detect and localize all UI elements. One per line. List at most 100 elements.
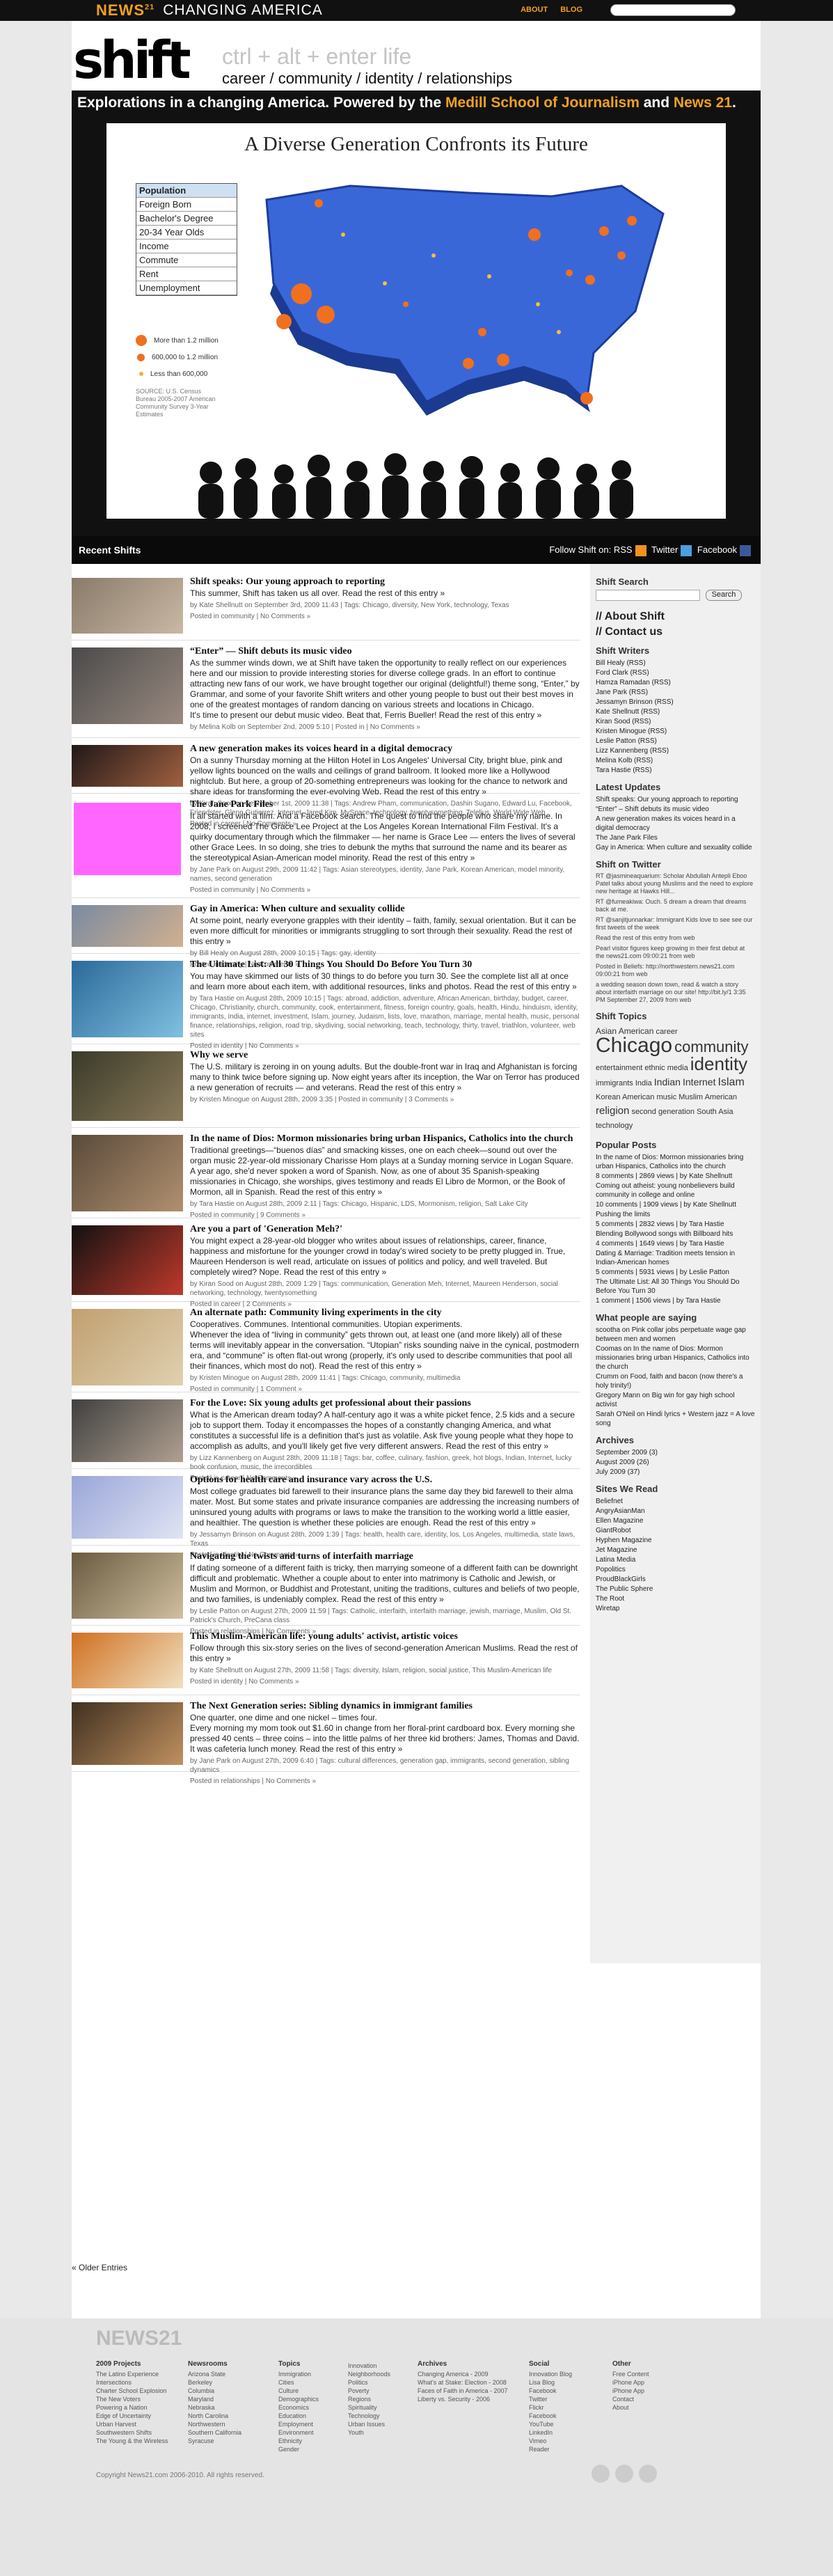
footer-link[interactable]: Politics bbox=[348, 2378, 390, 2387]
post-title[interactable]: An alternate path: Community living expe… bbox=[190, 1307, 580, 1318]
tag[interactable]: media bbox=[667, 1064, 688, 1072]
post-thumbnail[interactable] bbox=[72, 1702, 183, 1765]
tag[interactable]: Indian bbox=[654, 1076, 681, 1087]
facebook-link[interactable]: Facebook bbox=[697, 544, 737, 555]
footer-link[interactable]: Poverty bbox=[348, 2387, 390, 2395]
category-item[interactable]: Rent bbox=[136, 267, 237, 281]
tag[interactable]: American bbox=[622, 1093, 654, 1101]
post-category[interactable]: Posted in identity | No Comments » bbox=[190, 1677, 580, 1686]
footer-link[interactable]: iPhone App bbox=[612, 2378, 649, 2387]
popular-item[interactable]: In the name of Dios: Mormon missionaries… bbox=[596, 1153, 755, 1171]
popular-item[interactable]: 5 comments | 5931 views | by Leslie Patt… bbox=[596, 1268, 755, 1277]
post-thumbnail[interactable] bbox=[72, 1051, 183, 1121]
rss-icon[interactable] bbox=[635, 544, 646, 556]
writer-link[interactable]: Bill Healy (RSS) bbox=[596, 659, 755, 668]
site-link[interactable]: GiantRobot bbox=[596, 1526, 755, 1535]
footer-link[interactable]: Economics bbox=[278, 2403, 319, 2412]
post-thumbnail[interactable] bbox=[72, 1553, 183, 1619]
footer-link[interactable]: Education bbox=[278, 2412, 319, 2420]
footer-link[interactable]: Gender bbox=[278, 2445, 319, 2453]
tag[interactable]: American bbox=[705, 1093, 737, 1101]
post-thumbnail[interactable] bbox=[72, 1399, 183, 1462]
comment-item[interactable]: Coomas on In the name of Dios: Mormon mi… bbox=[596, 1344, 755, 1372]
post-title[interactable]: A new generation makes its voices heard … bbox=[190, 744, 580, 754]
popular-item[interactable]: 10 comments | 1909 views | by Kate Shell… bbox=[596, 1200, 755, 1209]
writer-link[interactable]: Hamza Ramadan (RSS) bbox=[596, 678, 755, 687]
shift-logo[interactable]: shift bbox=[73, 35, 191, 86]
post-thumbnail[interactable] bbox=[72, 905, 183, 947]
rss-link[interactable]: RSS bbox=[614, 544, 633, 555]
nav-blog[interactable]: BLOG bbox=[560, 6, 582, 14]
footer-link[interactable]: North Carolina bbox=[188, 2412, 241, 2420]
footer-link[interactable]: The Latino Experience bbox=[96, 2370, 168, 2378]
medill-link[interactable]: Medill School of Journalism bbox=[445, 95, 640, 111]
footer-link[interactable]: Immigration bbox=[278, 2370, 319, 2378]
popular-item[interactable]: 4 comments | 1649 views | by Tara Hastie bbox=[596, 1239, 755, 1248]
post-title[interactable]: The Next Generation series: Sibling dyna… bbox=[190, 1701, 580, 1711]
footer-link[interactable]: Demographics bbox=[278, 2395, 319, 2403]
sidebar-search-input[interactable] bbox=[596, 590, 700, 601]
tag[interactable]: immigrants bbox=[596, 1079, 633, 1087]
comment-item[interactable]: scootha on Pink collar jobs perpetuate w… bbox=[596, 1326, 755, 1344]
footer-link[interactable]: Berkeley bbox=[188, 2378, 241, 2387]
top-search-input[interactable] bbox=[610, 4, 736, 16]
footer-link[interactable]: Facebook bbox=[529, 2387, 572, 2395]
popular-item[interactable]: Blending Bollywood songs with Billboard … bbox=[596, 1230, 755, 1239]
footer-link[interactable]: Employment bbox=[278, 2420, 319, 2428]
category-item[interactable]: Unemployment bbox=[136, 281, 237, 295]
post-thumbnail[interactable] bbox=[72, 1135, 183, 1211]
twitter-link[interactable]: Twitter bbox=[651, 544, 678, 555]
category-item[interactable]: Bachelor's Degree bbox=[136, 212, 237, 226]
tag[interactable]: Muslim bbox=[679, 1093, 703, 1101]
post-category[interactable]: Posted in relationships | No Comments » bbox=[190, 1777, 580, 1786]
footer-link[interactable]: Contact bbox=[612, 2395, 649, 2403]
writer-link[interactable]: Leslie Patton (RSS) bbox=[596, 737, 755, 746]
popular-item[interactable]: Coming out atheist: young nonbelievers b… bbox=[596, 1181, 755, 1200]
tag[interactable]: ethnic bbox=[644, 1064, 665, 1072]
category-item[interactable]: Population bbox=[136, 184, 237, 198]
tag[interactable]: religion bbox=[596, 1105, 629, 1117]
site-link[interactable]: Hyphen Magazine bbox=[596, 1536, 755, 1545]
popular-item[interactable]: Pushing the limits bbox=[596, 1210, 755, 1219]
post-thumbnail[interactable] bbox=[72, 1476, 183, 1539]
footer-link[interactable]: Youth bbox=[348, 2428, 390, 2437]
writer-link[interactable]: Ford Clark (RSS) bbox=[596, 668, 755, 677]
site-link[interactable]: The Public Sphere bbox=[596, 1585, 755, 1594]
archive-link[interactable]: August 2009 (26) bbox=[596, 1458, 755, 1467]
tag[interactable]: identity bbox=[690, 1053, 747, 1074]
footer-link[interactable]: Reader bbox=[529, 2445, 572, 2453]
tag[interactable]: Korean bbox=[596, 1093, 620, 1101]
post-title[interactable]: The Jane Park Files bbox=[190, 799, 580, 810]
footer-link[interactable]: Environment bbox=[278, 2428, 319, 2437]
writer-link[interactable]: Kate Shellnutt (RSS) bbox=[596, 707, 755, 716]
footer-link[interactable]: Changing America - 2009 bbox=[418, 2370, 508, 2378]
footer-link[interactable]: Maryland bbox=[188, 2395, 241, 2403]
comment-item[interactable]: Sarah O'Neil on Hindi lyrics + Western j… bbox=[596, 1410, 755, 1428]
footer-link[interactable]: Northwestern bbox=[188, 2420, 241, 2428]
footer-link[interactable]: Intersections bbox=[96, 2378, 168, 2387]
popular-item[interactable]: Dating & Marriage: Tradition meets tensi… bbox=[596, 1249, 755, 1267]
footer-link[interactable]: Facebook bbox=[529, 2412, 572, 2420]
post-title[interactable]: “Enter” — Shift debuts its music video bbox=[190, 646, 580, 657]
footer-link[interactable]: Innovation bbox=[348, 2362, 390, 2370]
footer-link[interactable]: LinkedIn bbox=[529, 2428, 572, 2437]
footer-link[interactable]: Innovation Blog bbox=[529, 2370, 572, 2378]
post-title[interactable]: In the name of Dios: Mormon missionaries… bbox=[190, 1133, 580, 1144]
update-link[interactable]: Gay in America: When culture and sexuali… bbox=[596, 843, 755, 852]
writer-link[interactable]: Kristen Minogue (RSS) bbox=[596, 727, 755, 736]
news21-link[interactable]: News 21 bbox=[674, 95, 732, 111]
site-link[interactable]: ProudBlackGirls bbox=[596, 1575, 755, 1584]
site-link[interactable]: Jet Magazine bbox=[596, 1546, 755, 1555]
site-link[interactable]: AngryAsianMan bbox=[596, 1507, 755, 1516]
post-thumbnail[interactable] bbox=[72, 745, 183, 787]
site-link[interactable]: Wiretap bbox=[596, 1604, 755, 1613]
category-item[interactable]: Income bbox=[136, 239, 237, 253]
writer-link[interactable]: Jessamyn Brinson (RSS) bbox=[596, 698, 755, 707]
post-title[interactable]: Shift speaks: Our young approach to repo… bbox=[190, 576, 580, 587]
post-thumbnail[interactable] bbox=[72, 961, 183, 1037]
footer-link[interactable]: Southwestern Shifts bbox=[96, 2428, 168, 2437]
popular-item[interactable]: 1 comment | 1506 views | by Tara Hastie bbox=[596, 1296, 755, 1305]
site-link[interactable]: Beliefnet bbox=[596, 1497, 755, 1506]
footer-link[interactable]: Nebraska bbox=[188, 2403, 241, 2412]
tag[interactable]: India bbox=[635, 1079, 652, 1087]
